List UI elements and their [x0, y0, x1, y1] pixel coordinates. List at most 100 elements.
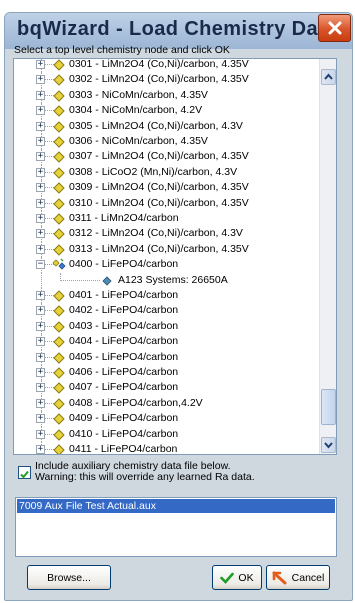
tree-row[interactable]: +0305 - LiMn2O4 (Co,Ni)/carbon, 4.3V [14, 118, 320, 134]
expand-toggle[interactable]: + [36, 352, 45, 362]
tree-node-label: 0311 - LiMn2O4/carbon [69, 212, 179, 224]
aux-file-item[interactable]: 7009 Aux File Test Actual.aux [17, 499, 335, 513]
aux-checkbox[interactable] [18, 466, 31, 479]
aux-option: Include auxiliary chemistry data file be… [18, 461, 338, 493]
tree-node-label: A123 Systems: 26650A [118, 273, 228, 286]
diamond-icon [53, 336, 65, 348]
tree-row[interactable]: +0307 - LiMn2O4 (Co,Ni)/carbon, 4.35V [14, 149, 320, 165]
diamond-icon [53, 351, 65, 364]
scroll-down-button[interactable] [321, 437, 336, 453]
expand-toggle[interactable]: + [36, 368, 45, 377]
browse-button[interactable]: Browse... [27, 565, 111, 590]
expand-toggle[interactable]: + [36, 106, 45, 116]
tree-row[interactable]: − 0400 - LiFePO4/carbon [14, 257, 320, 273]
expand-toggle[interactable]: + [36, 291, 45, 300]
expand-toggle[interactable]: + [36, 90, 45, 100]
tree-row[interactable]: +0402 - LiFePO4/carbon [14, 303, 320, 319]
expanded-node-icon [52, 258, 66, 270]
tree-row[interactable]: +0404 - LiFePO4/carbon [14, 334, 320, 350]
expand-toggle[interactable]: + [36, 429, 45, 439]
expand-toggle[interactable]: + [36, 152, 45, 162]
tree-row[interactable]: +0309 - LiMn2O4 (Co,Ni)/carbon, 4.35V [14, 180, 320, 196]
tree-row[interactable]: +0409 - LiFePO4/carbon [14, 411, 320, 427]
diamond-icon [53, 182, 65, 194]
tree-node-label: 0409 - LiFePO4/carbon [69, 412, 179, 425]
close-button[interactable] [318, 14, 351, 42]
cancel-button[interactable]: Cancel [266, 565, 330, 590]
tree-node-label: 0309 - LiMn2O4 (Co,Ni)/carbon, 4.35V [69, 181, 249, 194]
expand-toggle[interactable]: + [36, 445, 45, 454]
browse-button-label: Browse... [47, 571, 91, 584]
expand-toggle[interactable]: + [36, 121, 45, 131]
tree-row[interactable]: +0302 - LiMn2O4 (Co,Ni)/carbon, 4.35V [14, 72, 320, 88]
diamond-icon [53, 244, 65, 256]
diamond-icon [53, 382, 65, 395]
expand-toggle[interactable]: + [36, 383, 45, 393]
tree-row[interactable]: +0405 - LiFePO4/carbon [14, 349, 320, 365]
window-title: bqWizard - Load Chemistry Data [17, 18, 337, 40]
cancel-arrow-icon [272, 571, 287, 584]
tree-node-label: 0405 - LiFePO4/carbon [69, 350, 179, 363]
close-icon [328, 21, 341, 35]
tree-row[interactable]: +0410 - LiFePO4/carbon [14, 426, 320, 442]
expand-toggle[interactable]: + [36, 167, 45, 177]
tree-row[interactable]: +0312 - LiMn2O4 (Co,Ni)/carbon, 4.3V [14, 226, 320, 242]
tree-row[interactable]: +0301 - LiMn2O4 (Co,Ni)/carbon, 4.35V [14, 59, 320, 73]
expand-toggle[interactable]: + [36, 198, 45, 208]
tree-row[interactable]: +0304 - NiCoMn/carbon, 4.2V [14, 103, 320, 119]
tree-node-label: 0411 - LiFePO4/carbon [69, 443, 178, 454]
tree-node-label: 0305 - LiMn2O4 (Co,Ni)/carbon, 4.3V [69, 119, 243, 132]
tree-node-label: 0301 - LiMn2O4 (Co,Ni)/carbon, 4.35V [69, 59, 249, 70]
expand-toggle[interactable]: + [36, 229, 45, 239]
chemistry-tree[interactable]: +0301 - LiMn2O4 (Co,Ni)/carbon, 4.35V +03… [13, 58, 337, 455]
expand-toggle[interactable]: + [36, 137, 45, 146]
expand-toggle[interactable]: + [36, 214, 45, 223]
tree-node-label: 0307 - LiMn2O4 (Co,Ni)/carbon, 4.35V [69, 150, 249, 163]
diamond-icon [53, 305, 65, 318]
expand-toggle[interactable]: + [36, 306, 45, 316]
tree-row[interactable]: +0406 - LiFePO4/carbon [14, 365, 320, 381]
tree-node-label: 0306 - NiCoMn/carbon, 4.35V [69, 135, 208, 147]
diamond-icon [53, 228, 65, 241]
diamond-icon [53, 413, 65, 425]
expand-toggle[interactable]: + [36, 183, 45, 193]
tree-node-label: 0408 - LiFePO4/carbon,4.2V [69, 396, 203, 409]
tree-node-label: 0302 - LiMn2O4 (Co,Ni)/carbon, 4.35V [69, 73, 249, 86]
expand-toggle[interactable]: + [36, 244, 45, 254]
expand-toggle[interactable]: + [36, 321, 45, 331]
tree-row[interactable]: +0311 - LiMn2O4/carbon [14, 211, 320, 227]
tree-rows: +0301 - LiMn2O4 (Co,Ni)/carbon, 4.35V +03… [14, 59, 320, 454]
expand-toggle[interactable]: + [36, 60, 45, 69]
scroll-up-button[interactable] [321, 69, 336, 85]
tree-row[interactable]: +0308 - LiCoO2 (Mn,Ni)/carbon, 4.3V [14, 164, 320, 181]
tree-row[interactable]: +0403 - LiFePO4/carbon [14, 318, 320, 335]
cancel-button-label: Cancel [291, 571, 325, 584]
tree-node-label: 0303 - NiCoMn/carbon, 4.35V [69, 88, 208, 101]
tree-scrollbar[interactable] [319, 59, 336, 454]
diamond-icon [53, 136, 65, 148]
expand-toggle[interactable]: + [36, 337, 45, 347]
scroll-thumb[interactable] [321, 389, 336, 425]
tree-row[interactable]: +0407 - LiFePO4/carbon [14, 380, 320, 396]
checkmark-icon [220, 572, 235, 584]
tree-row[interactable]: +0303 - NiCoMn/carbon, 4.35V [14, 87, 320, 104]
expand-toggle[interactable]: + [36, 414, 45, 424]
tree-row[interactable]: +0401 - LiFePO4/carbon [14, 288, 320, 304]
chevron-down-icon [324, 442, 333, 449]
ok-button[interactable]: OK [212, 565, 262, 590]
tree-child-row[interactable]: A123 Systems: 26650A [14, 272, 320, 288]
tree-row[interactable]: +0306 - NiCoMn/carbon, 4.35V [14, 134, 320, 150]
tree-row[interactable]: +0411 - LiFePO4/carbon [14, 442, 320, 454]
tree-node-label: 0310 - LiMn2O4 (Co,Ni)/carbon, 4.35V [69, 196, 249, 209]
ok-button-label: OK [238, 571, 254, 584]
tree-row[interactable]: +0310 - LiMn2O4 (Co,Ni)/carbon, 4.35V [14, 195, 320, 211]
tree-row[interactable]: +0313 - LiMn2O4 (Co,Ni)/carbon, 4.35V [14, 241, 320, 258]
aux-file-list[interactable]: 7009 Aux File Test Actual.aux [15, 497, 337, 557]
tree-node-label: 0400 - LiFePO4/carbon [69, 258, 179, 271]
expand-toggle[interactable]: + [36, 75, 45, 85]
diamond-icon [53, 197, 65, 210]
collapse-toggle[interactable]: − [36, 260, 45, 270]
expand-toggle[interactable]: + [36, 398, 45, 408]
aux-label: Include auxiliary chemistry data file be… [35, 461, 255, 483]
tree-row[interactable]: +0408 - LiFePO4/carbon,4.2V [14, 395, 320, 412]
